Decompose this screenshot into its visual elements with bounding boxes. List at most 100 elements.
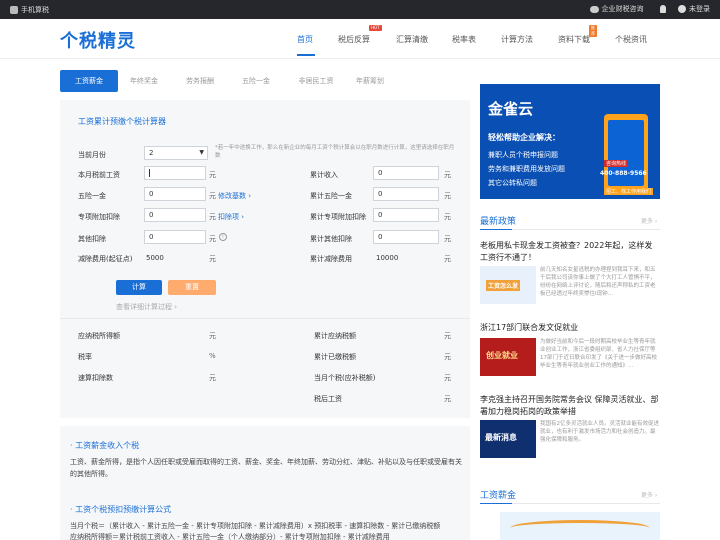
cum-special-label: 累计专项附加扣除 — [310, 213, 366, 221]
login-link[interactable]: 未登录 — [689, 4, 710, 14]
ad-line-1: 兼职人员个税申报问题 — [488, 151, 558, 159]
salary-thumb[interactable] — [500, 512, 660, 540]
calculate-button[interactable]: 计算 — [116, 280, 162, 295]
cum-income-input[interactable]: 0 — [373, 166, 439, 180]
cum-insurance-label: 累计五险一金 — [310, 192, 352, 200]
quick-deduction-unit: 元 — [209, 374, 216, 382]
news-title-1[interactable]: 老板用私卡现金发工资被查？2022年起，这样发工资行不通了！ — [480, 240, 660, 264]
news-thumb-2-label: 创业就业 — [486, 351, 518, 360]
tab-social-insurance[interactable]: 五险一金 — [230, 70, 282, 92]
news-thumb-3-label: 最新消息 — [485, 433, 517, 442]
tab-non-resident[interactable]: 非居民工资 — [286, 70, 346, 92]
taxable-income-unit: 元 — [209, 332, 216, 340]
tax-rate-unit: % — [209, 352, 216, 360]
ad-line-3: 其它公转私问题 — [488, 179, 537, 187]
cum-tax-unit: 元 — [444, 332, 451, 340]
special-deduction-label: 专项附加扣除 — [78, 213, 120, 221]
insurance-input[interactable]: 0 — [144, 187, 206, 201]
info-icon[interactable]: i — [219, 233, 227, 241]
salary-label: 本月税前工资 — [78, 171, 120, 179]
ad-banner[interactable]: 金雀云 轻松帮助企业解决： 兼职人员个税申报问题 劳务和兼职费用发放问题 其它公… — [480, 84, 660, 199]
salary-heading-underline — [480, 503, 512, 504]
news-heading: 最新政策 — [480, 217, 517, 227]
nav-tax-news[interactable]: 个税资讯 — [615, 34, 647, 45]
cum-special-input[interactable]: 0 — [373, 208, 439, 222]
cum-threshold-unit: 元 — [444, 255, 451, 263]
ad-line-2: 劳务和兼职费用发放问题 — [488, 165, 565, 173]
news-thumb-1[interactable]: 工资怎么发 — [480, 266, 536, 304]
cum-insurance-input[interactable]: 0 — [373, 187, 439, 201]
ad-subtitle: 轻松帮助企业解决： — [488, 133, 560, 142]
info-text-3: 应纳税所得额＝累计税前工资收入 - 累计五险一金（个人缴纳部分）- 累计专项附加… — [70, 533, 390, 540]
news-title-2[interactable]: 浙江17部门联合发文促就业 — [480, 322, 660, 334]
taxable-income-label: 应纳税所得额 — [78, 332, 120, 340]
text-cursor — [149, 169, 150, 177]
threshold-value: 5000 — [146, 254, 164, 262]
mobile-calc-link[interactable]: 手机算税 — [10, 5, 49, 15]
threshold-unit: 元 — [209, 255, 216, 263]
nav-downloads[interactable]: 资料下载 — [558, 34, 590, 45]
special-deduction-input[interactable]: 0 — [144, 208, 206, 222]
month-tax-label: 当月个税(应补税额) — [314, 374, 376, 382]
ad-hotline-tag: 咨询热线 — [604, 160, 629, 167]
wechat-icon — [589, 5, 599, 13]
tab-salary[interactable]: 工资薪金 — [60, 70, 118, 92]
news-title-3[interactable]: 李克强主持召开国务院常务会议 保障灵活就业、部署加力稳岗拓岗的政策举措 — [480, 394, 660, 418]
info-panel: · 工资薪金收入个税 工资、薪金所得，是指个人因任职或受雇而取得的工资、薪金、奖… — [60, 426, 470, 540]
news-desc-1: 前几天知名女星逃税的办理捏到我耳下来，和五千后我公司该你事上做了个大打工人管惧不… — [540, 267, 656, 297]
insurance-unit: 元 — [209, 192, 216, 200]
special-deduction-unit: 元 — [209, 213, 216, 221]
insurance-label: 五险一金 — [78, 192, 106, 200]
tab-labor-remuneration[interactable]: 劳务报酬 — [174, 70, 226, 92]
threshold-label: 减除费用(起征点) — [78, 255, 133, 263]
news-thumb-1-label: 工资怎么发 — [486, 280, 521, 291]
cum-paid-unit: 元 — [444, 353, 451, 361]
info-heading-1: · 工资薪金收入个税 — [70, 441, 140, 450]
topbar-right: 企业财税咨询 未登录 — [589, 4, 710, 14]
top-bar: 手机算税 企业财税咨询 未登录 — [0, 0, 720, 19]
chevron-down-icon: ▼ — [199, 149, 204, 156]
news-heading-underline — [480, 229, 512, 230]
view-details-link[interactable]: 查看详细计算过程 › — [116, 302, 177, 312]
cum-other-unit: 元 — [444, 235, 451, 243]
nav-annual-settlement[interactable]: 汇算清缴 — [396, 34, 428, 45]
nav-tax-rate-table[interactable]: 税率表 — [452, 34, 476, 45]
news-thumb-3[interactable]: 最新消息 — [480, 420, 536, 458]
cum-paid-label: 累计已缴税额 — [314, 353, 356, 361]
calculator-panel: 工资累计预缴个税计算器 当前月份 2 ▼ *若一年中途换工作，那么在新企业的每月… — [60, 100, 470, 418]
other-deduction-label: 其他扣除 — [78, 235, 106, 243]
ad-recruit-tag: 招工、找工作用我们 — [604, 188, 654, 195]
ad-phone-number: 400-888-9566 — [600, 170, 647, 177]
hot-badge: HOT — [369, 25, 382, 31]
tab-salary-planning[interactable]: 年薪筹划 — [344, 70, 396, 92]
recommend-badge: 推荐 — [589, 25, 597, 37]
divider — [60, 318, 470, 319]
consult-link[interactable]: 企业财税咨询 — [602, 4, 644, 14]
nav-active-underline — [297, 54, 315, 56]
cum-insurance-unit: 元 — [444, 192, 451, 200]
news-thumb-2[interactable]: 创业就业 — [480, 338, 536, 376]
mobile-calc-label: 手机算税 — [21, 6, 49, 14]
cum-threshold-label: 累计减除费用 — [310, 255, 352, 263]
nav-reverse-calc[interactable]: 税后反算 — [338, 34, 370, 45]
salary-input[interactable] — [144, 166, 206, 180]
cum-other-label: 累计其他扣除 — [310, 235, 352, 243]
reset-button[interactable]: 重置 — [168, 280, 216, 295]
salary-more-link[interactable]: 更多 › — [641, 490, 657, 499]
header: 个税精灵 首页 税后反算 HOT 汇算清缴 税率表 计算方法 资料下载 推荐 个… — [0, 19, 720, 59]
other-deduction-input[interactable]: 0 — [144, 230, 206, 244]
cum-other-input[interactable]: 0 — [373, 230, 439, 244]
calculator-title: 工资累计预缴个税计算器 — [78, 117, 166, 126]
news-more-link[interactable]: 更多 › — [641, 216, 657, 225]
user-icon — [678, 5, 686, 13]
tab-year-end-bonus[interactable]: 年终奖金 — [118, 70, 170, 92]
nav-calc-method[interactable]: 计算方法 — [501, 34, 533, 45]
deduction-items-link[interactable]: 扣除项 › — [218, 212, 244, 222]
notification-icon[interactable] — [659, 5, 666, 13]
site-logo[interactable]: 个税精灵 — [60, 27, 136, 53]
month-note: *若一年中途换工作，那么在新企业的每月工资个税计算会以在职月数进行计算，这里请选… — [215, 145, 455, 159]
edit-base-link[interactable]: 修改基数 › — [218, 191, 251, 201]
info-heading-2: · 工资个税预扣预缴计算公式 — [70, 505, 172, 514]
nav-home[interactable]: 首页 — [297, 34, 313, 45]
month-select[interactable]: 2 ▼ — [144, 146, 208, 160]
